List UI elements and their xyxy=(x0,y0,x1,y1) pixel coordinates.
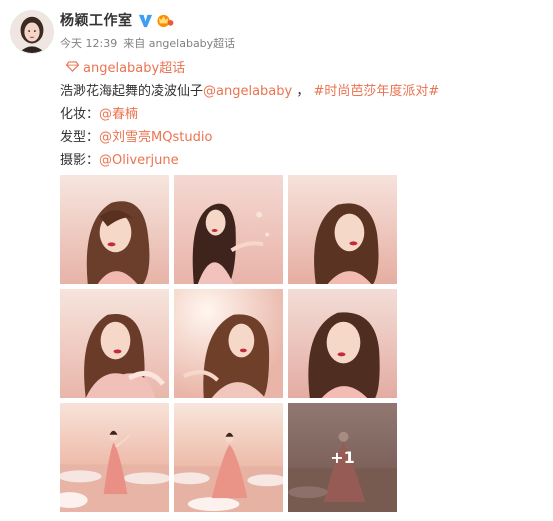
diamond-icon xyxy=(66,61,79,72)
credit-hair: 发型：@刘雪亮MQstudio xyxy=(60,126,439,149)
photo-thumbnail-4[interactable] xyxy=(60,289,169,398)
vip-icon[interactable] xyxy=(155,13,174,28)
post-header: 杨颖工作室 今天 12:39 来自 angelababy超话 xyxy=(60,9,235,51)
post-text-line-1: 浩渺花海起舞的凌波仙子@angelababy ， #时尚芭莎年度派对# xyxy=(60,80,439,103)
post-time[interactable]: 今天 12:39 xyxy=(60,35,117,51)
credit-makeup: 化妆：@春楠 xyxy=(60,103,439,126)
topic-chip[interactable]: angelababy超话 xyxy=(66,57,185,76)
mention-makeup[interactable]: @春楠 xyxy=(99,107,138,122)
post-source[interactable]: 来自 angelababy超话 xyxy=(123,35,235,51)
post-text-description: 浩渺花海起舞的凌波仙子 xyxy=(60,84,204,99)
avatar[interactable] xyxy=(10,10,54,54)
topic-chip-label[interactable]: angelababy超话 xyxy=(83,57,185,76)
photo-thumbnail-9[interactable]: +1 xyxy=(288,403,397,512)
author-name[interactable]: 杨颖工作室 xyxy=(60,10,133,30)
credit-makeup-label: 化妆： xyxy=(60,107,100,122)
credit-photo-label: 摄影： xyxy=(60,153,100,168)
photo-thumbnail-6[interactable] xyxy=(288,289,397,398)
photo-thumbnail-2[interactable] xyxy=(174,175,283,284)
photo-thumbnail-1[interactable] xyxy=(60,175,169,284)
photo-thumbnail-7[interactable] xyxy=(60,403,169,512)
post-text: 浩渺花海起舞的凌波仙子@angelababy ， #时尚芭莎年度派对# 化妆：@… xyxy=(60,80,439,172)
credit-hair-label: 发型： xyxy=(60,130,100,145)
mention-photo[interactable]: @Oliverjune xyxy=(99,153,179,168)
photo-thumbnail-5[interactable] xyxy=(174,289,283,398)
mention-angelababy[interactable]: @angelababy xyxy=(203,84,292,99)
mention-hair[interactable]: @刘雪亮MQstudio xyxy=(99,130,212,145)
credit-photo: 摄影：@Oliverjune xyxy=(60,149,439,172)
more-photos-count[interactable]: +1 xyxy=(288,403,397,512)
verified-icon xyxy=(138,14,152,27)
post-meta: 今天 12:39 来自 angelababy超话 xyxy=(60,35,235,51)
separator: ， xyxy=(292,84,310,99)
hashtag-link[interactable]: #时尚芭莎年度派对# xyxy=(314,84,440,99)
photo-thumbnail-3[interactable] xyxy=(288,175,397,284)
photo-thumbnail-8[interactable] xyxy=(174,403,283,512)
